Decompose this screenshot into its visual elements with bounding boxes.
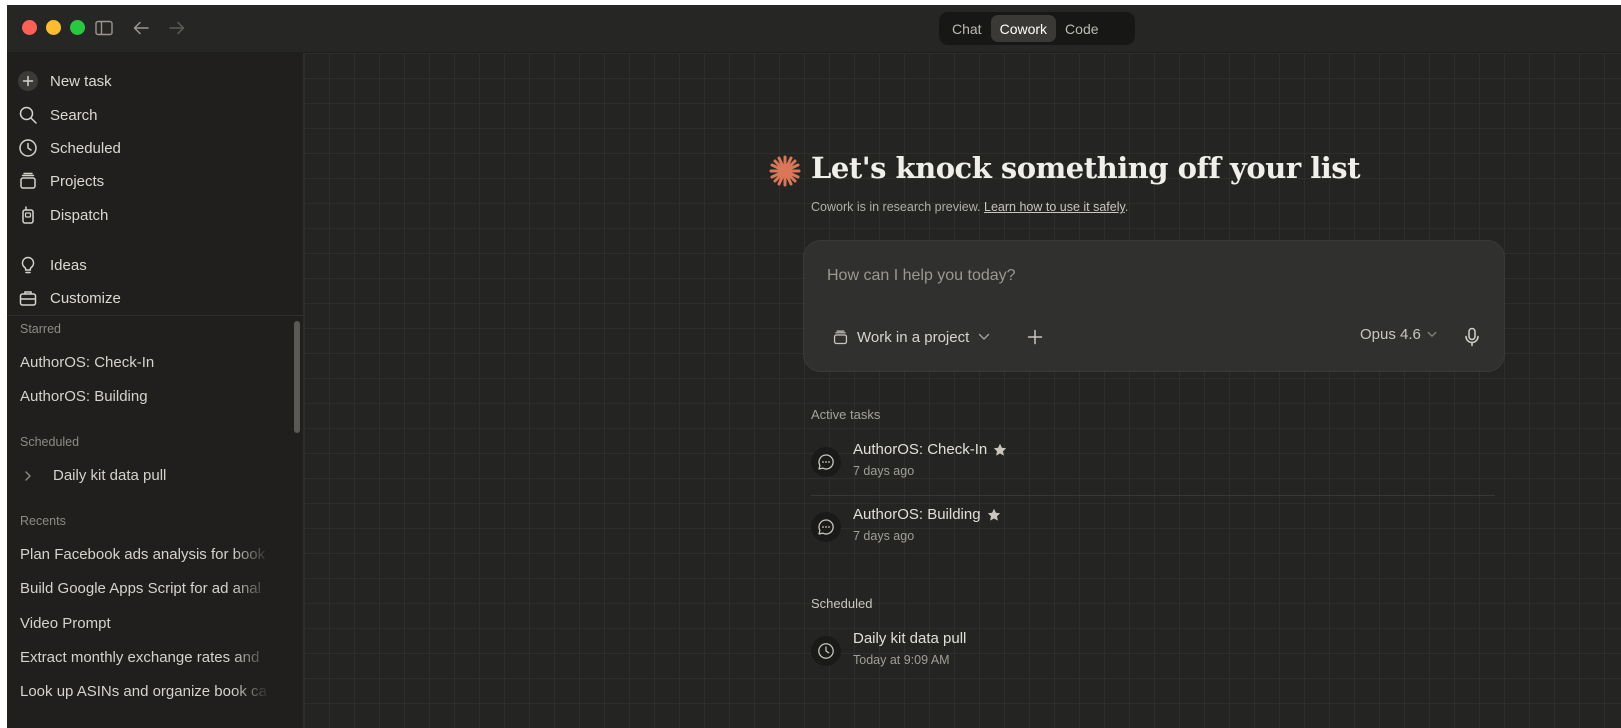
prompt-input[interactable]	[825, 261, 1429, 291]
clock-icon	[17, 137, 39, 159]
plus-icon	[17, 70, 39, 92]
scheduled-section-label: Scheduled	[20, 435, 80, 449]
model-selector[interactable]: Opus 4.6	[1360, 326, 1437, 343]
task-time: 7 days ago	[853, 529, 915, 543]
customize-label: Customize	[50, 289, 121, 307]
chevron-down-icon	[978, 333, 990, 341]
recents-section-label: Recents	[20, 514, 66, 528]
active-tasks-label: Active tasks	[811, 407, 881, 422]
scheduled-task-row[interactable]: Daily kit data pull Today at 9:09 AM	[811, 624, 1495, 684]
scheduled-label: Scheduled	[50, 139, 121, 157]
minimize-window-button[interactable]	[46, 20, 61, 35]
scheduled-item-label: Daily kit data pull	[53, 467, 167, 484]
sidebar-scrollbar[interactable]	[294, 321, 300, 433]
main-panel: Let's knock something off your list Cowo…	[304, 53, 1621, 728]
chat-bubble-icon	[811, 447, 841, 477]
forward-arrow-icon[interactable]	[167, 18, 187, 38]
project-button-label: Work in a project	[857, 328, 970, 346]
task-title: Daily kit data pull	[853, 630, 967, 647]
sidebar-item-search[interactable]: Search	[17, 100, 287, 130]
recent-item[interactable]: Extract monthly exchange rates and	[20, 649, 270, 666]
subtitle-text: Cowork is in research preview.	[811, 200, 981, 214]
recent-item[interactable]: Plan Facebook ads analysis for book	[20, 546, 270, 563]
maximize-window-button[interactable]	[70, 20, 85, 35]
tab-code[interactable]: Code	[1056, 15, 1107, 42]
learn-safely-link[interactable]: Learn how to use it safely	[984, 200, 1125, 214]
microphone-icon[interactable]	[1460, 325, 1484, 349]
app-window: Chat Cowork Code New task Search Schedul…	[7, 5, 1621, 728]
plus-icon	[1027, 329, 1043, 345]
folder-stack-icon	[832, 329, 849, 346]
folder-stack-icon	[17, 170, 39, 192]
task-divider	[811, 495, 1495, 496]
starred-item[interactable]: AuthorOS: Check-In	[20, 354, 270, 371]
lightbulb-icon	[17, 254, 39, 276]
task-title-text: AuthorOS: Check-In	[853, 441, 988, 458]
active-task-row[interactable]: AuthorOS: Check-In 7 days ago	[811, 435, 1495, 495]
subtitle-period: .	[1124, 200, 1129, 214]
claude-starburst-icon	[768, 154, 802, 188]
recent-item[interactable]: Video Prompt	[20, 615, 270, 632]
starred-section-label: Starred	[20, 322, 61, 336]
new-task-label: New task	[50, 72, 112, 90]
scheduled-item[interactable]: Daily kit data pull	[20, 467, 270, 484]
sidebar-item-scheduled[interactable]: Scheduled	[17, 133, 287, 163]
work-in-project-button[interactable]: Work in a project	[832, 324, 990, 350]
close-window-button[interactable]	[22, 20, 37, 35]
star-icon[interactable]	[987, 508, 1001, 522]
task-title-text: AuthorOS: Building	[853, 506, 981, 523]
clock-icon	[811, 636, 841, 666]
task-time: Today at 9:09 AM	[853, 653, 950, 667]
dispatch-label: Dispatch	[50, 206, 109, 224]
chevron-right-icon[interactable]	[20, 470, 53, 482]
active-task-row[interactable]: AuthorOS: Building 7 days ago	[811, 500, 1495, 560]
title-bar: Chat Cowork Code	[7, 5, 1621, 53]
search-icon	[17, 104, 39, 126]
sidebar: New task Search Scheduled Projects Dispa…	[7, 53, 304, 728]
sidebar-divider	[7, 315, 303, 316]
task-time: 7 days ago	[853, 464, 915, 478]
sidebar-item-dispatch[interactable]: Dispatch	[17, 200, 287, 230]
walkie-talkie-icon	[17, 204, 39, 226]
chat-bubble-icon	[811, 512, 841, 542]
model-label: Opus 4.6	[1360, 326, 1421, 343]
recent-item[interactable]: Look up ASINs and organize book ca	[20, 683, 270, 700]
page-subtitle: Cowork is in research preview. Learn how…	[811, 200, 1128, 214]
star-icon[interactable]	[993, 443, 1007, 457]
tab-cowork[interactable]: Cowork	[990, 15, 1057, 42]
tab-chat[interactable]: Chat	[943, 15, 991, 42]
mode-switcher: Chat Cowork Code	[939, 12, 1135, 45]
search-label: Search	[50, 106, 98, 124]
recent-item[interactable]: Build Google Apps Script for ad anal	[20, 580, 270, 597]
page-title: Let's knock something off your list	[811, 151, 1360, 185]
ideas-label: Ideas	[50, 256, 87, 274]
sidebar-item-projects[interactable]: Projects	[17, 166, 287, 196]
starred-item[interactable]: AuthorOS: Building	[20, 388, 270, 405]
projects-label: Projects	[50, 172, 105, 190]
task-title: AuthorOS: Building	[853, 506, 1001, 523]
briefcase-icon	[17, 287, 39, 309]
sidebar-item-ideas[interactable]: Ideas	[17, 250, 287, 280]
prompt-composer: Work in a project Opus 4.6	[803, 240, 1505, 372]
scheduled-tasks-label: Scheduled	[811, 596, 873, 611]
task-title: AuthorOS: Check-In	[853, 441, 1007, 458]
sidebar-toggle-icon[interactable]	[94, 18, 114, 38]
chevron-down-icon	[1427, 331, 1437, 338]
sidebar-item-customize[interactable]: Customize	[17, 283, 287, 313]
back-arrow-icon[interactable]	[131, 18, 151, 38]
add-attachment-button[interactable]	[1024, 326, 1046, 348]
new-task-button[interactable]: New task	[17, 66, 287, 96]
